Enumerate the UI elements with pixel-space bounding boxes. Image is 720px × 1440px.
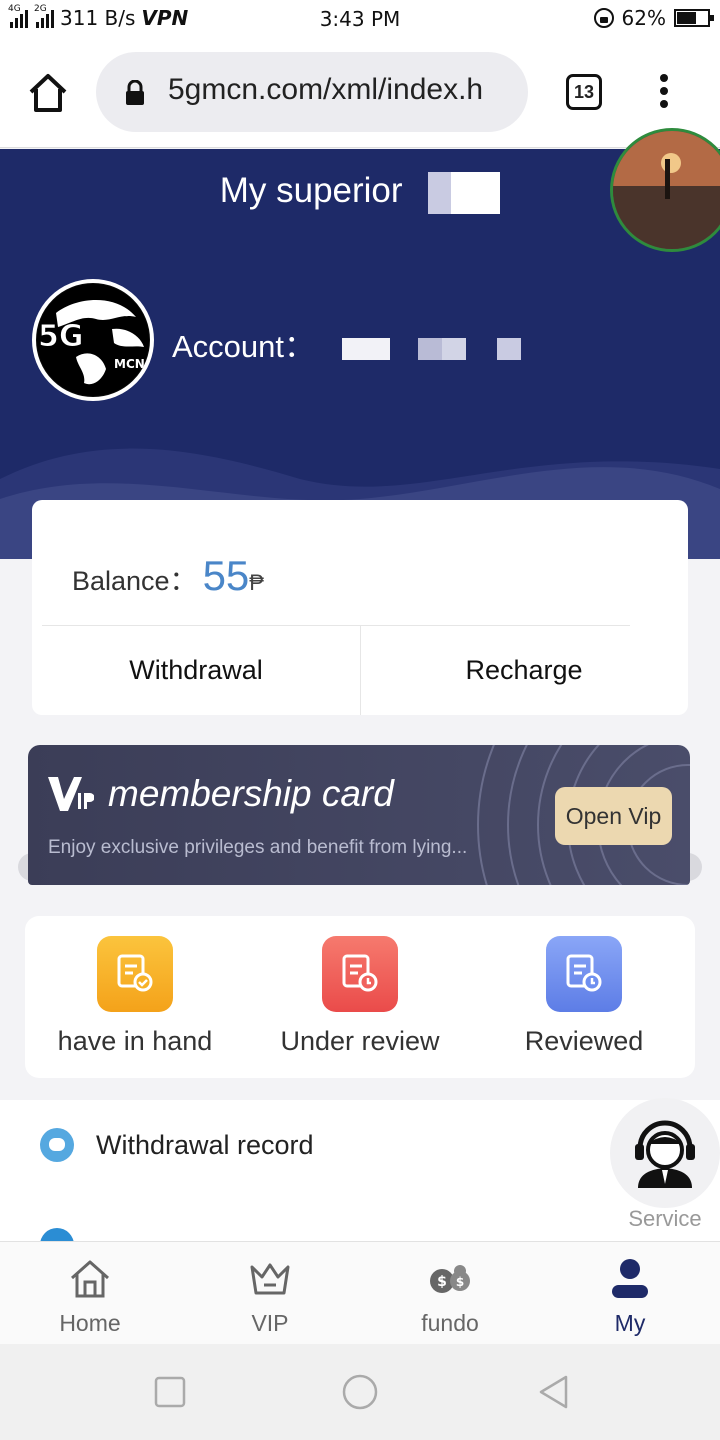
vip-membership-card[interactable]: membership card Enjoy exclusive privileg… bbox=[28, 745, 690, 885]
user-icon bbox=[540, 1256, 720, 1302]
document-check-icon bbox=[97, 936, 173, 1012]
home-icon[interactable] bbox=[26, 71, 70, 115]
redacted-block bbox=[418, 337, 467, 360]
order-label: Reviewed bbox=[524, 1026, 644, 1056]
currency-symbol: ₱ bbox=[249, 570, 264, 595]
list-item-icon bbox=[40, 1228, 74, 1241]
lock-icon bbox=[126, 80, 144, 105]
logo-subtext: MCN bbox=[114, 357, 145, 371]
redacted-block bbox=[341, 337, 390, 360]
browser-toolbar: 5gmcn.com/xml/index.h 13 bbox=[0, 38, 720, 148]
order-status-card: have in hand Under review Reviewed bbox=[25, 916, 695, 1078]
logo-text: 5G bbox=[38, 319, 84, 355]
status-right: 62% bbox=[593, 6, 714, 30]
redacted-block bbox=[428, 171, 501, 214]
headset-agent-icon bbox=[635, 1120, 695, 1188]
coins-icon: $ $ bbox=[360, 1256, 540, 1302]
document-clock-icon bbox=[322, 936, 398, 1012]
nav-vip[interactable]: VIP bbox=[180, 1256, 360, 1337]
order-label: have in hand bbox=[57, 1026, 213, 1056]
nav-label: VIP bbox=[251, 1310, 289, 1336]
recents-icon[interactable] bbox=[152, 1374, 188, 1410]
customer-service-button[interactable]: Service bbox=[610, 1098, 720, 1238]
nav-home[interactable]: Home bbox=[0, 1256, 180, 1337]
balance-card: Balance： 55₱ Withdrawal Recharge bbox=[32, 500, 688, 715]
order-reviewed[interactable]: Reviewed bbox=[474, 936, 694, 1057]
tab-switcher-button[interactable]: 13 bbox=[566, 74, 602, 110]
photo-icon bbox=[613, 131, 720, 249]
address-bar[interactable]: 5gmcn.com/xml/index.h bbox=[96, 52, 528, 132]
status-bar: 4G 2G 311 B/s VPN 3:43 PM 62% bbox=[0, 0, 720, 38]
vip-logo-icon bbox=[48, 777, 94, 811]
account-label: Account： bbox=[172, 329, 316, 364]
service-label: Service bbox=[628, 1206, 702, 1231]
vip-title: membership card bbox=[108, 773, 394, 814]
svg-text:$: $ bbox=[456, 1275, 464, 1289]
document-clock-icon bbox=[546, 936, 622, 1012]
order-label: Under review bbox=[280, 1026, 440, 1056]
recharge-button[interactable]: Recharge bbox=[360, 626, 688, 715]
nav-my[interactable]: My bbox=[540, 1256, 720, 1337]
redacted-block bbox=[496, 337, 521, 360]
brand-logo: 5G MCN bbox=[32, 279, 154, 401]
balance-row: Balance： 55₱ bbox=[72, 552, 264, 600]
home-circle-icon[interactable] bbox=[342, 1374, 378, 1410]
nav-label: Home bbox=[59, 1310, 121, 1336]
order-have-in-hand[interactable]: have in hand bbox=[25, 936, 245, 1057]
overflow-menu-icon[interactable] bbox=[652, 74, 676, 114]
system-navigation-bar bbox=[0, 1344, 720, 1440]
battery-percent: 62% bbox=[621, 6, 666, 30]
crown-icon bbox=[180, 1256, 360, 1302]
nav-fundo[interactable]: $ $ fundo bbox=[360, 1256, 540, 1337]
profile-header: My superior 5G MCN Account： bbox=[0, 149, 720, 559]
superior-label: My superior bbox=[219, 171, 403, 210]
svg-text:$: $ bbox=[437, 1274, 447, 1290]
open-vip-button[interactable]: Open Vip bbox=[555, 787, 672, 845]
list-item-label: Withdrawal record bbox=[96, 1129, 314, 1160]
url-text[interactable]: 5gmcn.com/xml/index.h bbox=[168, 73, 512, 107]
withdrawal-button[interactable]: Withdrawal bbox=[32, 626, 360, 715]
service-circle bbox=[610, 1098, 720, 1208]
bottom-navigation: Home VIP $ $ fundo My bbox=[0, 1241, 720, 1344]
balance-value: 55 bbox=[202, 552, 250, 599]
rotation-lock-icon bbox=[593, 8, 614, 28]
account-row: Account： bbox=[172, 321, 521, 366]
piggy-bank-icon bbox=[40, 1128, 74, 1162]
back-icon[interactable] bbox=[536, 1374, 572, 1410]
balance-label: Balance： bbox=[72, 566, 197, 596]
battery-icon bbox=[674, 9, 714, 27]
nav-label: fundo bbox=[421, 1310, 479, 1336]
order-under-review[interactable]: Under review bbox=[250, 936, 470, 1057]
list-item-withdrawal-record[interactable]: Withdrawal record bbox=[40, 1128, 314, 1162]
nav-label: My bbox=[614, 1310, 646, 1336]
home-icon bbox=[0, 1256, 180, 1302]
vip-subtitle: Enjoy exclusive privileges and benefit f… bbox=[48, 837, 468, 858]
